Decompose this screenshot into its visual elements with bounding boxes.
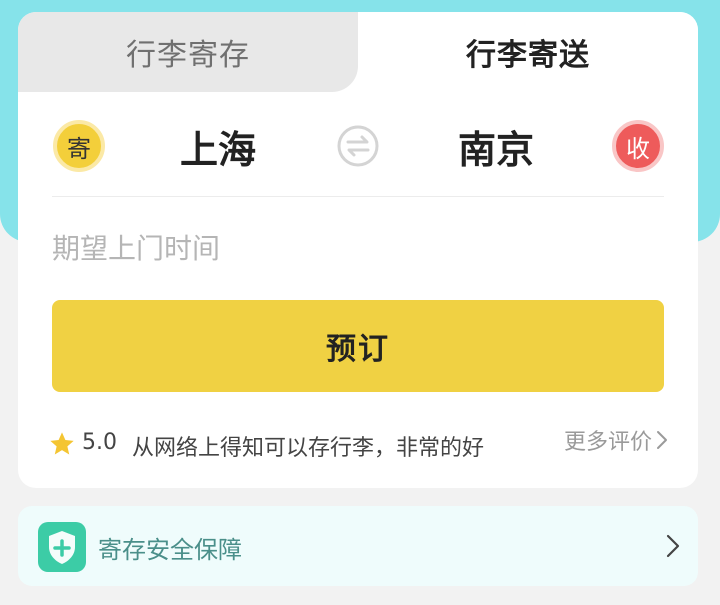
swap-icon[interactable] (336, 124, 380, 168)
safety-guarantee-row[interactable]: 寄存安全保障 (18, 506, 698, 586)
more-reviews-label: 更多评价 (563, 430, 652, 455)
chevron-right-icon (666, 534, 680, 558)
rating-value: 5.0 (82, 430, 117, 455)
review-summary: 5.0 从网络上得知可以存行李，非常的好 更多评价 (48, 424, 668, 464)
shield-plus-icon (38, 522, 86, 572)
route-selector: 寄 上海 南京 收 (18, 106, 698, 186)
booking-card: 行李寄存 行李寄送 寄 上海 南京 收 预订 5.0 从网络上得知可以存行李，非… (18, 12, 698, 488)
safety-guarantee-label: 寄存安全保障 (98, 536, 242, 564)
more-reviews-link[interactable]: 更多评价 (564, 424, 668, 456)
receive-badge: 收 (612, 120, 664, 172)
divider (52, 196, 664, 197)
to-city[interactable]: 南京 (406, 106, 586, 186)
from-city[interactable]: 上海 (128, 106, 308, 186)
pickup-time-input[interactable] (52, 220, 664, 276)
tab-luggage-storage[interactable]: 行李寄存 (18, 12, 358, 92)
chevron-right-icon (657, 431, 667, 449)
tab-luggage-delivery[interactable]: 行李寄送 (358, 12, 698, 92)
tab-bar: 行李寄存 行李寄送 (18, 12, 698, 92)
review-text: 从网络上得知可以存行李，非常的好 (132, 436, 485, 461)
star-icon (50, 432, 74, 455)
send-badge: 寄 (53, 120, 105, 172)
book-button[interactable]: 预订 (52, 300, 664, 392)
